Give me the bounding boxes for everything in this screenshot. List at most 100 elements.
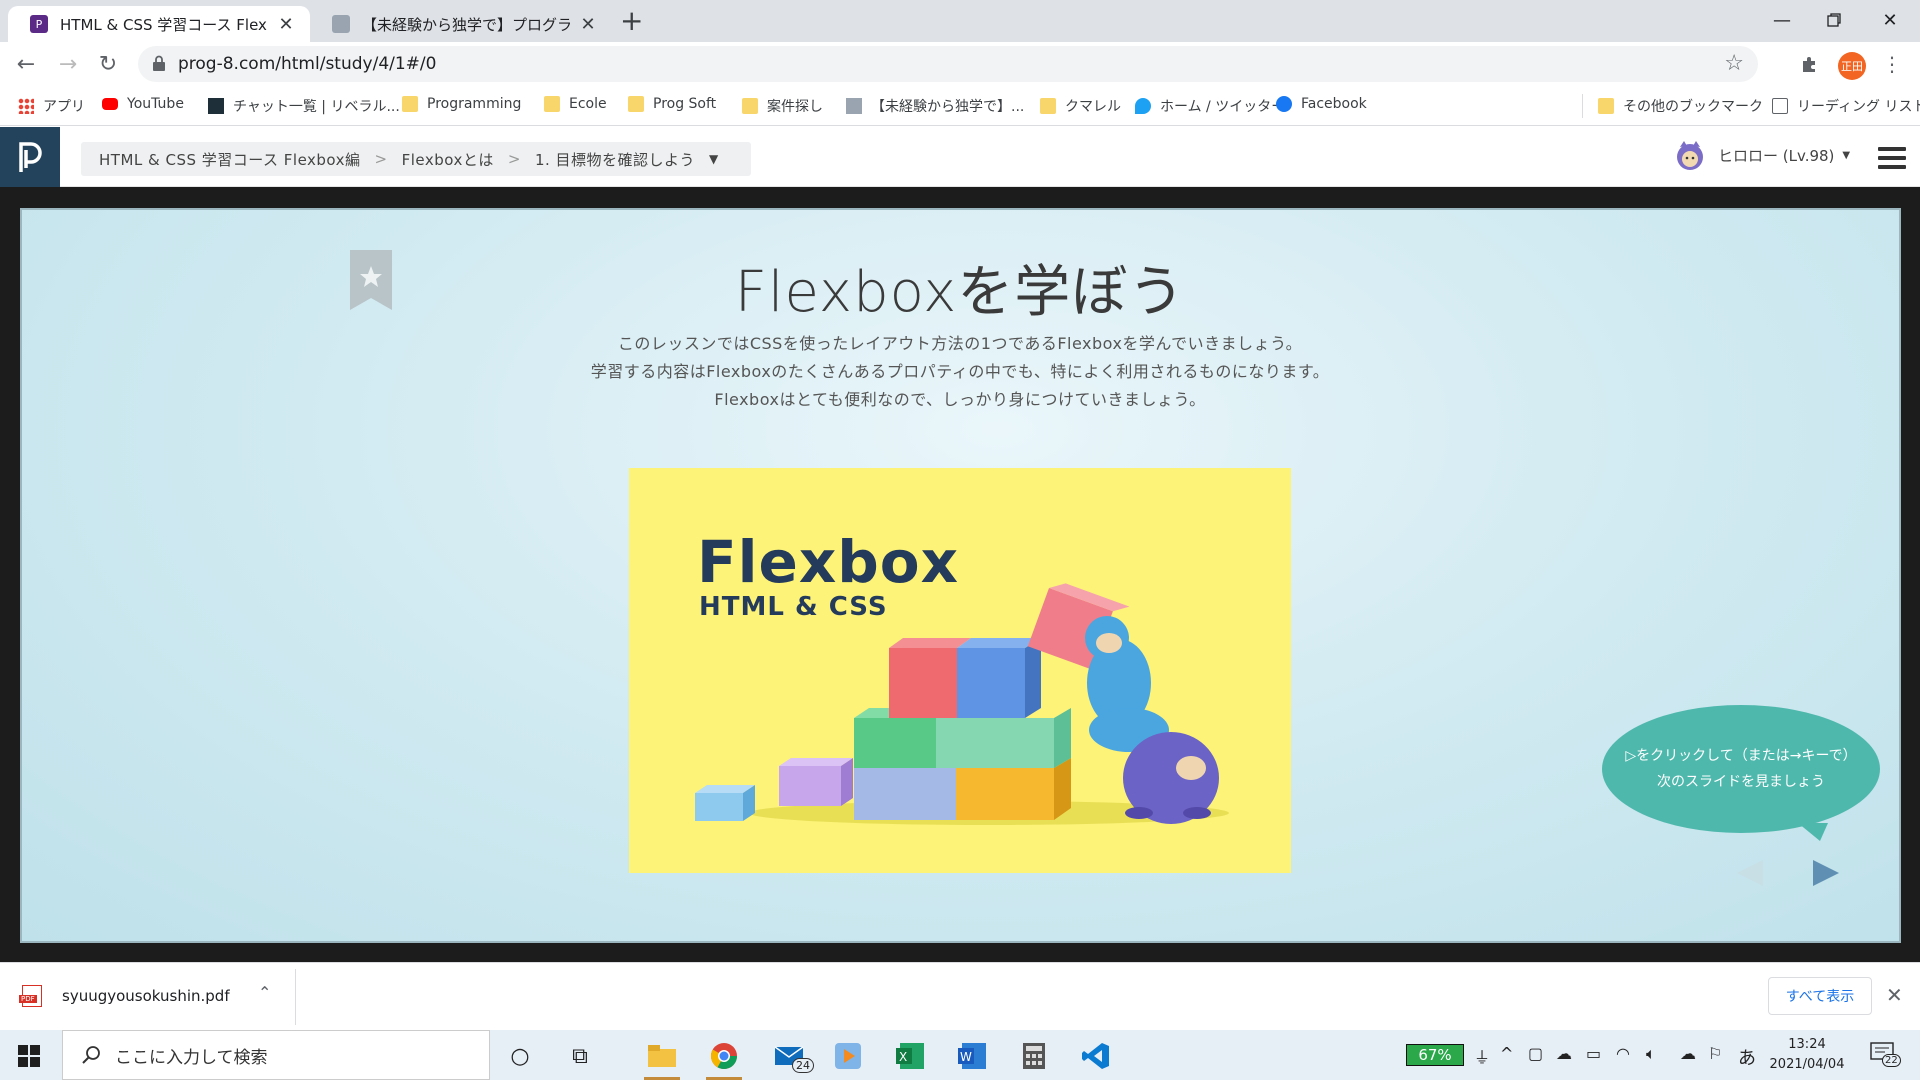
profile-avatar[interactable]: 正田 [1838, 52, 1866, 80]
bookmark-star-icon[interactable]: ☆ [1724, 51, 1744, 76]
close-shelf-icon[interactable]: ✕ [1886, 983, 1903, 1007]
cloud-icon[interactable]: ☁ [1680, 1044, 1696, 1063]
chevron-up-icon[interactable]: ⌃ [258, 983, 271, 1002]
reload-icon[interactable]: ↻ [92, 48, 124, 80]
close-tab-icon[interactable]: ✕ [578, 14, 598, 35]
breadcrumb-course[interactable]: HTML & CSS 学習コース Flexbox編 [99, 149, 361, 170]
slide-desc-line-3: Flexboxはとても便利なので、しっかり身につけていきましょう。 [714, 390, 1206, 409]
caret-down-icon[interactable]: ▼ [709, 152, 719, 166]
windows-taskbar: ここに入力して検索 ○ ⧉ 24 X W 67% ⏚ ^ ▢ ☁ ▭ ◠ 🔈︎ … [0, 1030, 1920, 1080]
download-filename: syuugyousokushin.pdf [62, 987, 230, 1005]
chrome-menu-icon[interactable]: ⋮ [1876, 48, 1908, 80]
apps-grid-icon [18, 98, 34, 114]
chevron-right-icon: > [507, 150, 521, 168]
twitter-icon [1135, 98, 1151, 114]
bookmark-programming[interactable]: Programming [402, 96, 521, 112]
bookmark-label: 【未経験から独学で】... [871, 99, 1025, 115]
word-icon[interactable]: W [948, 1036, 996, 1076]
hamburger-menu-icon[interactable] [1878, 147, 1906, 169]
taskbar-search[interactable]: ここに入力して検索 [62, 1030, 490, 1080]
download-item[interactable]: PDF syuugyousokushin.pdf [19, 985, 230, 1007]
slide-desc-line-2: 学習する内容はFlexboxのたくさんあるプロパティの中でも、特によく利用される… [590, 362, 1330, 381]
breadcrumb: HTML & CSS 学習コース Flexbox編 > Flexboxとは > … [81, 142, 751, 176]
tab-blog[interactable]: 【未経験から独学で】プログラミング学 ✕ [310, 6, 612, 42]
minimize-icon[interactable]: — [1752, 0, 1812, 40]
file-explorer-icon[interactable] [638, 1036, 686, 1080]
power-plug-icon: ⏚ [1474, 1048, 1491, 1067]
restore-icon[interactable] [1804, 0, 1864, 40]
shelf-divider [295, 969, 296, 1025]
notification-center-icon[interactable]: 22 [1870, 1042, 1901, 1068]
show-all-button[interactable]: すべて表示 [1768, 977, 1872, 1015]
progate-header: HTML & CSS 学習コース Flexbox編 > Flexboxとは > … [0, 127, 1920, 187]
bookmark-label: 案件探し [767, 99, 823, 115]
calculator-icon[interactable] [1010, 1036, 1058, 1076]
clock[interactable]: 13:24 2021/04/04 [1762, 1035, 1852, 1075]
back-icon[interactable]: ← [10, 48, 42, 80]
tab-title: 【未経験から独学で】プログラミング学 [362, 15, 570, 34]
new-tab-button[interactable]: + [620, 6, 643, 36]
search-placeholder: ここに入力して検索 [115, 1047, 268, 1068]
next-slide-arrow-icon[interactable] [1811, 858, 1841, 888]
slide-title: Flexboxを学ぼう [734, 260, 1186, 325]
bookmark-ecole[interactable]: Ecole [544, 96, 607, 112]
bookmark-kumareru[interactable]: クマレル [1040, 96, 1121, 116]
windows-start-icon[interactable] [18, 1045, 40, 1067]
wifi-icon[interactable]: ◠ [1616, 1044, 1630, 1063]
close-window-icon[interactable]: ✕ [1860, 0, 1920, 40]
bookmark-twitter[interactable]: ホーム / ツイッター [1135, 96, 1285, 116]
reading-list[interactable]: リーディング リスト [1772, 96, 1920, 116]
extensions-puzzle-icon[interactable] [1794, 48, 1826, 80]
search-icon [82, 1046, 100, 1064]
vscode-icon[interactable] [1072, 1036, 1120, 1076]
close-tab-icon[interactable]: ✕ [276, 14, 296, 35]
user-label: ヒロロー (Lv.98) [1718, 146, 1835, 165]
tab-progate[interactable]: P HTML & CSS 学習コース Flexbox編 ✕ [8, 6, 310, 42]
folder-icon [1598, 98, 1614, 114]
tab-title: HTML & CSS 学習コース Flexbox編 [60, 15, 268, 34]
excel-icon[interactable]: X [886, 1036, 934, 1076]
meet-icon[interactable]: ▢ [1528, 1044, 1543, 1063]
breadcrumb-lesson[interactable]: 1. 目標物を確認しよう [535, 149, 695, 170]
prev-slide-arrow-icon[interactable] [1735, 858, 1765, 888]
bookmark-blog[interactable]: 【未経験から独学で】... [846, 96, 1024, 116]
bookmark-progsoft[interactable]: Prog Soft [628, 96, 716, 112]
user-menu[interactable]: ヒロロー (Lv.98) ▼ [1672, 137, 1850, 173]
ime-mode[interactable]: あ [1738, 1044, 1756, 1070]
battery-indicator[interactable]: 67% [1406, 1044, 1464, 1066]
chevron-up-tray-icon[interactable]: ^ [1500, 1044, 1513, 1063]
mail-icon[interactable]: 24 [766, 1036, 814, 1076]
bookmark-facebook[interactable]: Facebook [1276, 96, 1367, 112]
bookmark-youtube[interactable]: YouTube [102, 96, 184, 112]
chrome-icon[interactable] [700, 1036, 748, 1080]
speaker-icon[interactable]: 🔈︎ [1646, 1044, 1656, 1064]
download-shelf: PDF syuugyousokushin.pdf ⌃ すべて表示 ✕ [0, 962, 1920, 1030]
bookmark-liberal[interactable]: チャット一覧 | リベラル... [208, 96, 400, 116]
task-view-icon[interactable]: ⧉ [556, 1036, 604, 1076]
site-favicon-icon [332, 15, 350, 33]
bookmark-label: リーディング リスト [1797, 99, 1920, 115]
bookmark-label: Facebook [1301, 96, 1367, 112]
folder-icon [628, 96, 644, 112]
input-method-icon[interactable]: ⚐ [1708, 1044, 1722, 1063]
bookmark-label: Ecole [569, 96, 607, 112]
onedrive-icon[interactable]: ☁ [1556, 1044, 1572, 1063]
battery-text: 67% [1418, 1046, 1452, 1064]
address-bar[interactable]: prog-8.com/html/study/4/1#/0 ☆ [138, 46, 1758, 82]
progate-logo-icon[interactable] [0, 127, 60, 187]
bookmark-label: Prog Soft [653, 96, 717, 112]
bookmark-anken[interactable]: 案件探し [742, 96, 823, 116]
bookmark-label: ホーム / ツイッター [1160, 99, 1286, 115]
forward-icon[interactable]: → [52, 48, 84, 80]
bookmark-label: その他のブックマーク [1623, 99, 1763, 115]
folder-icon [742, 98, 758, 114]
bookmark-other[interactable]: その他のブックマーク [1598, 96, 1763, 116]
media-player-icon[interactable] [824, 1036, 872, 1076]
battery-tray-icon[interactable]: ▭ [1586, 1044, 1601, 1063]
browser-toolbar: ← → ↻ prog-8.com/html/study/4/1#/0 ☆ ⋮ [0, 42, 1920, 86]
caret-down-icon: ▼ [1842, 149, 1851, 161]
facebook-icon [1276, 96, 1292, 112]
bookmark-apps[interactable]: アプリ [18, 96, 85, 116]
breadcrumb-chapter[interactable]: Flexboxとは [402, 149, 494, 170]
cortana-icon[interactable]: ○ [496, 1036, 544, 1076]
